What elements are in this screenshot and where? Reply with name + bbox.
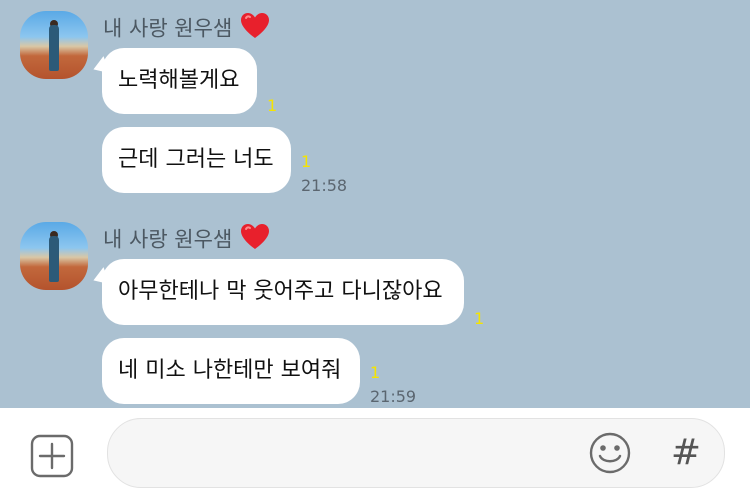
message-input-field[interactable]	[107, 418, 725, 488]
sender-name-row: 내 사랑 원우샘	[103, 223, 270, 252]
message-timestamp: 21:59	[370, 387, 417, 406]
message-bubble[interactable]: 근데 그러는 너도	[102, 127, 291, 193]
unread-count: 1	[301, 152, 312, 171]
message-bubble[interactable]: 아무한테나 막 웃어주고 다니잖아요	[102, 259, 464, 325]
smiley-icon	[589, 432, 631, 474]
sender-name: 내 사랑 원우샘	[103, 16, 233, 41]
chat-area[interactable]: 내 사랑 원우샘 노력해볼게요 1 근데 그러는 너도 1 21:58 내 사랑…	[0, 0, 750, 408]
sender-name-row: 내 사랑 원우샘	[103, 12, 270, 41]
message-text: 아무한테나 막 웃어주고 다니잖아요	[118, 279, 443, 304]
message-bubble[interactable]: 네 미소 나한테만 보여줘	[102, 338, 360, 404]
unread-count: 1	[474, 309, 485, 328]
message-input[interactable]	[128, 435, 582, 473]
sender-avatar[interactable]	[20, 11, 88, 79]
attach-button[interactable]	[30, 434, 74, 478]
message-text: 노력해볼게요	[118, 68, 240, 93]
plus-square-icon	[30, 434, 74, 478]
avatar-figure	[49, 236, 59, 282]
sender-name: 내 사랑 원우샘	[103, 227, 233, 252]
heart-icon	[240, 223, 270, 258]
unread-count: 1	[267, 96, 278, 115]
avatar-figure	[49, 25, 59, 71]
unread-count: 1	[370, 363, 381, 382]
emoji-button[interactable]	[588, 431, 632, 475]
sender-avatar[interactable]	[20, 222, 88, 290]
heart-icon	[240, 12, 270, 47]
hashtag-button[interactable]: #	[668, 430, 704, 476]
message-bubble[interactable]: 노력해볼게요	[102, 48, 257, 114]
message-timestamp: 21:58	[301, 176, 348, 195]
message-text: 근데 그러는 너도	[118, 147, 274, 172]
message-text: 네 미소 나한테만 보여줘	[118, 358, 342, 383]
